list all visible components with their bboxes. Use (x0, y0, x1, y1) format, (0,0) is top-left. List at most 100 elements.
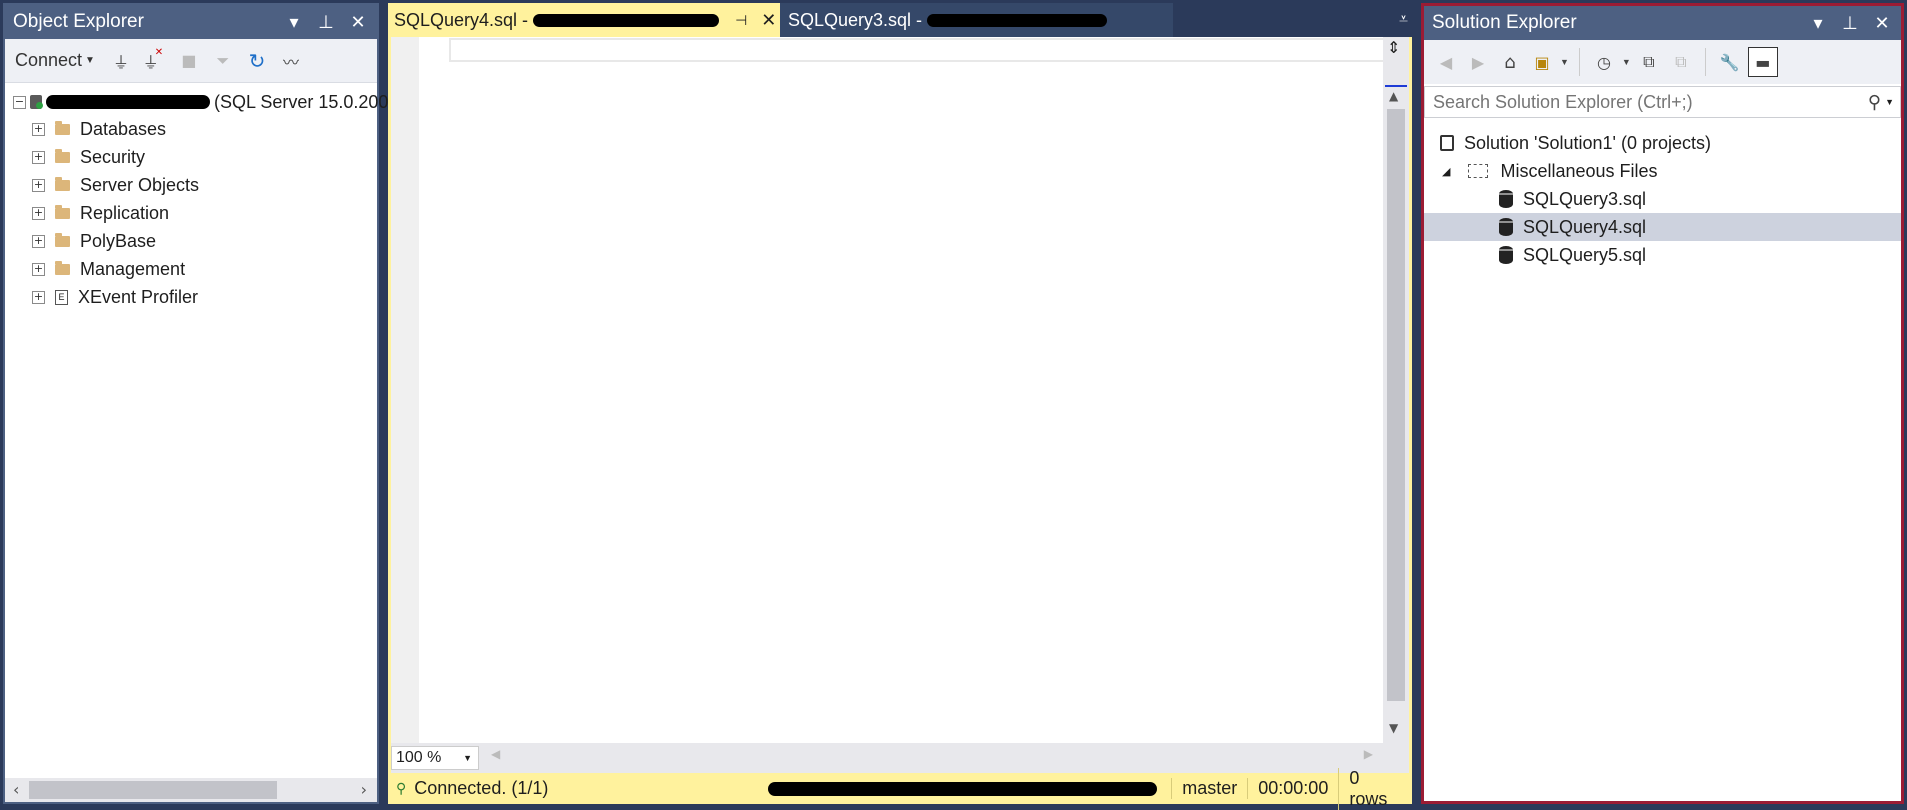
tab-overflow-icon[interactable]: ⩡ (1399, 9, 1408, 29)
node-label: Security (80, 146, 146, 167)
node-label: Databases (80, 118, 167, 139)
tree-node-xevent-profiler[interactable]: + E XEvent Profiler (32, 284, 198, 310)
current-line-highlight (449, 38, 1389, 62)
solution-explorer-panel: Solution Explorer ▾ ⊥ ✕ ◀ ▶ ⌂ ▣ ▼ ◷ ▼ ⧉ … (1421, 3, 1904, 804)
scrollbar-thumb[interactable] (29, 781, 277, 799)
node-label: PolyBase (80, 230, 157, 251)
sql-file-icon (1499, 190, 1513, 208)
filter-icon[interactable]: ⏷ (209, 47, 237, 75)
tree-node-security[interactable]: + Security (32, 144, 145, 170)
scroll-right-icon[interactable]: › (361, 780, 367, 799)
folder-label: Miscellaneous Files (1500, 160, 1658, 181)
split-window-icon[interactable]: ⇕ (1387, 38, 1400, 57)
switch-views-icon[interactable]: ▣ (1528, 48, 1556, 76)
server-version-label: (SQL Server 15.0.200 (214, 91, 389, 112)
object-explorer-titlebar: Object Explorer ▾ ⊥ ✕ (5, 5, 377, 39)
connection-status: Connected. (1/1) (414, 778, 549, 798)
scroll-right-icon[interactable]: ▶ (1364, 747, 1373, 761)
file-label: SQLQuery5.sql (1523, 244, 1647, 265)
tree-node-server-objects[interactable]: + Server Objects (32, 172, 199, 198)
server-icon (30, 95, 43, 109)
disconnect-icon[interactable]: ⏚ ✕ (141, 47, 169, 75)
zoom-select[interactable]: 100 % ▼ (391, 746, 479, 770)
refresh-icon[interactable]: ↻ (243, 47, 271, 75)
plug-icon[interactable]: ⏚ (107, 47, 135, 75)
sql-file-icon (1499, 246, 1513, 264)
expand-icon[interactable]: + (32, 290, 45, 304)
show-all-files-icon[interactable]: ⧉ (1667, 48, 1695, 76)
toolbar-separator (1578, 48, 1580, 76)
expand-icon[interactable]: + (32, 122, 45, 136)
tab-label: SQLQuery3.sql - (788, 9, 928, 30)
properties-wrench-icon[interactable]: 🔧 (1716, 48, 1744, 76)
close-icon[interactable]: ✕ (349, 12, 367, 33)
collapse-all-icon[interactable]: ⧉ (1635, 48, 1663, 76)
connect-label: Connect (15, 50, 83, 70)
tree-node-databases[interactable]: + Databases (32, 116, 166, 142)
misc-files-folder[interactable]: ◢ Miscellaneous Files (1442, 158, 1658, 184)
window-menu-icon[interactable]: ▾ (285, 12, 303, 33)
horizontal-scrollbar[interactable]: ‹ › (5, 778, 377, 802)
scroll-left-icon[interactable]: ◀ (491, 747, 500, 761)
scroll-down-icon[interactable]: ▼ (1389, 721, 1398, 735)
pin-icon[interactable]: ⊥ (317, 12, 335, 33)
redacted-server-user (767, 781, 1158, 796)
expand-icon[interactable]: + (32, 206, 45, 220)
tree-node-replication[interactable]: + Replication (32, 200, 169, 226)
server-node[interactable]: − (SQL Server 15.0.200 (13, 89, 388, 115)
query-status-bar: ⚲ Connected. (1/1) master 00:00:00 0 row… (388, 767, 1412, 810)
close-icon[interactable]: ✕ (761, 10, 776, 31)
back-icon[interactable]: ◀ (1432, 48, 1460, 76)
search-icon[interactable]: ⚲ (1868, 92, 1881, 113)
query-editor[interactable]: ⇕ ▲ ▼ 100 % ▼ ◀ ▶ (388, 37, 1412, 773)
redacted-server-name (46, 95, 210, 109)
connect-button[interactable]: Connect ▼ (15, 50, 95, 71)
toolbar-separator (1704, 48, 1706, 76)
expand-icon[interactable]: + (32, 178, 45, 192)
node-label: XEvent Profiler (78, 286, 199, 307)
file-item-sqlquery3[interactable]: SQLQuery3.sql (1499, 186, 1646, 212)
window-menu-icon[interactable]: ▾ (1809, 13, 1827, 34)
chevron-down-icon[interactable]: ▼ (1560, 57, 1569, 67)
collapse-icon[interactable]: − (13, 95, 26, 109)
activity-monitor-icon[interactable]: 〰 (277, 47, 305, 75)
expanded-triangle-icon[interactable]: ◢ (1442, 165, 1450, 178)
editor-gutter (391, 37, 419, 743)
stop-icon[interactable]: ■ (175, 47, 203, 75)
scroll-left-icon[interactable]: ‹ (13, 780, 19, 799)
expand-icon[interactable]: + (32, 150, 45, 164)
pin-icon[interactable]: ⊥ (1841, 13, 1859, 34)
file-item-sqlquery5[interactable]: SQLQuery5.sql (1499, 242, 1646, 268)
search-solution-explorer[interactable]: ⚲ ▼ (1424, 86, 1901, 118)
tab-sqlquery3[interactable]: SQLQuery3.sql - (780, 3, 1173, 37)
home-icon[interactable]: ⌂ (1496, 48, 1524, 76)
expand-icon[interactable]: + (32, 262, 45, 276)
tab-sqlquery4[interactable]: SQLQuery4.sql - ⊣ ✕ (388, 3, 780, 37)
close-icon[interactable]: ✕ (1873, 13, 1891, 34)
pin-icon[interactable]: ⊣ (735, 12, 747, 29)
solution-explorer-titlebar: Solution Explorer ▾ ⊥ ✕ (1424, 6, 1901, 40)
search-input[interactable] (1431, 90, 1868, 114)
solution-node[interactable]: Solution 'Solution1' (0 projects) (1440, 130, 1711, 156)
current-database: master (1171, 778, 1247, 799)
forward-icon[interactable]: ▶ (1464, 48, 1492, 76)
scroll-up-icon[interactable]: ▲ (1389, 89, 1398, 103)
connected-icon: ⚲ (396, 780, 407, 796)
chevron-down-icon: ▼ (85, 55, 95, 66)
file-item-sqlquery4[interactable]: SQLQuery4.sql (1499, 214, 1646, 240)
zoom-value: 100 % (396, 749, 442, 766)
chevron-down-icon[interactable]: ▼ (1622, 57, 1631, 67)
file-label: SQLQuery4.sql (1523, 216, 1647, 237)
folder-icon (55, 148, 70, 163)
pending-changes-icon[interactable]: ◷ (1590, 48, 1618, 76)
sql-file-icon (1499, 218, 1513, 236)
tree-node-management[interactable]: + Management (32, 256, 185, 282)
redacted-connection-info (533, 13, 720, 27)
scrollbar-thumb[interactable] (1387, 109, 1405, 701)
tree-node-polybase[interactable]: + PolyBase (32, 228, 156, 254)
redacted-connection-info (927, 13, 1108, 27)
chevron-down-icon[interactable]: ▼ (1885, 97, 1894, 107)
expand-icon[interactable]: + (32, 234, 45, 248)
vertical-scrollbar[interactable]: ⇕ ▲ ▼ (1383, 37, 1409, 743)
preview-selected-icon[interactable]: ▬ (1747, 47, 1778, 77)
